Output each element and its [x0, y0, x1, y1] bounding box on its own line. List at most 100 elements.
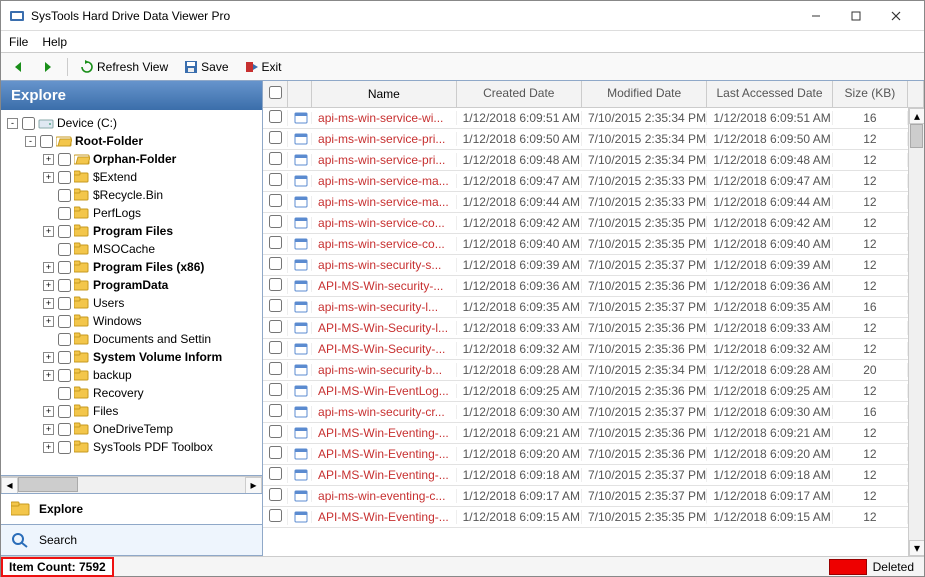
tree-checkbox[interactable]: [58, 333, 71, 346]
table-row[interactable]: api-ms-win-security-s...1/12/2018 6:09:3…: [263, 255, 924, 276]
tree-checkbox[interactable]: [58, 423, 71, 436]
tree-toggle-icon[interactable]: +: [43, 280, 54, 291]
menu-file[interactable]: File: [9, 35, 28, 49]
table-row[interactable]: API-MS-Win-Eventing-...1/12/2018 6:09:18…: [263, 465, 924, 486]
tree-toggle-icon[interactable]: +: [43, 352, 54, 363]
table-row[interactable]: api-ms-win-service-co...1/12/2018 6:09:4…: [263, 234, 924, 255]
tree-node[interactable]: +Windows: [3, 312, 260, 330]
tree-checkbox[interactable]: [58, 441, 71, 454]
tree-node[interactable]: $Recycle.Bin: [3, 186, 260, 204]
table-row[interactable]: API-MS-Win-Eventing-...1/12/2018 6:09:20…: [263, 444, 924, 465]
nav-forward-button[interactable]: [37, 58, 59, 76]
row-checkbox[interactable]: [269, 446, 282, 459]
tree-checkbox[interactable]: [58, 387, 71, 400]
scroll-down-icon[interactable]: ▾: [909, 540, 924, 556]
tree-checkbox[interactable]: [58, 243, 71, 256]
table-row[interactable]: API-MS-Win-Eventing-...1/12/2018 6:09:15…: [263, 507, 924, 528]
tree-node[interactable]: +OneDriveTemp: [3, 420, 260, 438]
tree-checkbox[interactable]: [58, 261, 71, 274]
table-row[interactable]: API-MS-Win-Eventing-...1/12/2018 6:09:21…: [263, 423, 924, 444]
tree-checkbox[interactable]: [58, 207, 71, 220]
tree-toggle-icon[interactable]: +: [43, 442, 54, 453]
table-row[interactable]: API-MS-Win-Security-...1/12/2018 6:09:32…: [263, 339, 924, 360]
tree-checkbox[interactable]: [58, 225, 71, 238]
menu-help[interactable]: Help: [42, 35, 67, 49]
tree-node[interactable]: +Files: [3, 402, 260, 420]
row-checkbox[interactable]: [269, 215, 282, 228]
table-row[interactable]: api-ms-win-service-pri...1/12/2018 6:09:…: [263, 150, 924, 171]
tree-node[interactable]: +Orphan-Folder: [3, 150, 260, 168]
row-checkbox[interactable]: [269, 383, 282, 396]
row-checkbox[interactable]: [269, 257, 282, 270]
tree-node[interactable]: MSOCache: [3, 240, 260, 258]
tree-node[interactable]: -Root-Folder: [3, 132, 260, 150]
row-checkbox[interactable]: [269, 194, 282, 207]
tree-checkbox[interactable]: [58, 351, 71, 364]
tree-toggle-icon[interactable]: +: [43, 370, 54, 381]
tab-explore[interactable]: Explore: [1, 494, 262, 525]
tree-node[interactable]: +ProgramData: [3, 276, 260, 294]
col-created[interactable]: Created Date: [457, 81, 582, 107]
row-checkbox[interactable]: [269, 362, 282, 375]
table-row[interactable]: API-MS-Win-Security-l...1/12/2018 6:09:3…: [263, 318, 924, 339]
minimize-button[interactable]: [796, 1, 836, 31]
tree-checkbox[interactable]: [58, 369, 71, 382]
table-row[interactable]: API-MS-Win-security-...1/12/2018 6:09:36…: [263, 276, 924, 297]
row-checkbox[interactable]: [269, 509, 282, 522]
check-all[interactable]: [269, 86, 282, 99]
tree-checkbox[interactable]: [58, 189, 71, 202]
col-accessed[interactable]: Last Accessed Date: [707, 81, 832, 107]
tree-node[interactable]: +Program Files: [3, 222, 260, 240]
tree-node[interactable]: PerfLogs: [3, 204, 260, 222]
tree-checkbox[interactable]: [58, 405, 71, 418]
col-name[interactable]: Name: [312, 81, 457, 107]
row-checkbox[interactable]: [269, 404, 282, 417]
refresh-button[interactable]: Refresh View: [76, 58, 172, 76]
table-row[interactable]: api-ms-win-eventing-c...1/12/2018 6:09:1…: [263, 486, 924, 507]
tree-toggle-icon[interactable]: +: [43, 316, 54, 327]
exit-button[interactable]: Exit: [241, 58, 286, 76]
tree-node[interactable]: Documents and Settin: [3, 330, 260, 348]
tree-node[interactable]: Recovery: [3, 384, 260, 402]
col-size[interactable]: Size (KB): [833, 81, 908, 107]
row-checkbox[interactable]: [269, 320, 282, 333]
row-checkbox[interactable]: [269, 236, 282, 249]
table-row[interactable]: api-ms-win-service-co...1/12/2018 6:09:4…: [263, 213, 924, 234]
row-checkbox[interactable]: [269, 299, 282, 312]
tree-toggle-icon[interactable]: +: [43, 172, 54, 183]
tree-toggle-icon[interactable]: +: [43, 424, 54, 435]
tree-node[interactable]: +Program Files (x86): [3, 258, 260, 276]
tree-toggle-icon[interactable]: +: [43, 154, 54, 165]
tree-toggle-icon[interactable]: -: [25, 136, 36, 147]
scroll-right-icon[interactable]: ▸: [245, 477, 262, 494]
scroll-up-icon[interactable]: ▴: [909, 108, 924, 124]
tree-checkbox[interactable]: [58, 315, 71, 328]
tree-checkbox[interactable]: [58, 171, 71, 184]
tree-toggle-icon[interactable]: +: [43, 262, 54, 273]
table-row[interactable]: api-ms-win-service-wi...1/12/2018 6:09:5…: [263, 108, 924, 129]
tree-toggle-icon[interactable]: +: [43, 298, 54, 309]
table-row[interactable]: API-MS-Win-EventLog...1/12/2018 6:09:25 …: [263, 381, 924, 402]
row-checkbox[interactable]: [269, 110, 282, 123]
table-row[interactable]: api-ms-win-security-b...1/12/2018 6:09:2…: [263, 360, 924, 381]
col-modified[interactable]: Modified Date: [582, 81, 707, 107]
tree-node[interactable]: +SysTools PDF Toolbox: [3, 438, 260, 456]
close-button[interactable]: [876, 1, 916, 31]
tree-node[interactable]: +System Volume Inform: [3, 348, 260, 366]
tree-node[interactable]: -Device (C:): [3, 114, 260, 132]
col-check-all[interactable]: [263, 81, 288, 107]
tree-checkbox[interactable]: [58, 153, 71, 166]
tree-node[interactable]: +$Extend: [3, 168, 260, 186]
table-row[interactable]: api-ms-win-security-l...1/12/2018 6:09:3…: [263, 297, 924, 318]
save-button[interactable]: Save: [180, 58, 232, 76]
tree-h-scrollbar[interactable]: ◂ ▸: [1, 476, 262, 493]
table-row[interactable]: api-ms-win-security-cr...1/12/2018 6:09:…: [263, 402, 924, 423]
row-checkbox[interactable]: [269, 152, 282, 165]
row-checkbox[interactable]: [269, 278, 282, 291]
folder-tree[interactable]: -Device (C:)-Root-Folder+Orphan-Folder+$…: [1, 110, 262, 460]
tree-checkbox[interactable]: [40, 135, 53, 148]
tree-checkbox[interactable]: [58, 279, 71, 292]
row-checkbox[interactable]: [269, 488, 282, 501]
tree-toggle-icon[interactable]: +: [43, 226, 54, 237]
nav-back-button[interactable]: [7, 58, 29, 76]
